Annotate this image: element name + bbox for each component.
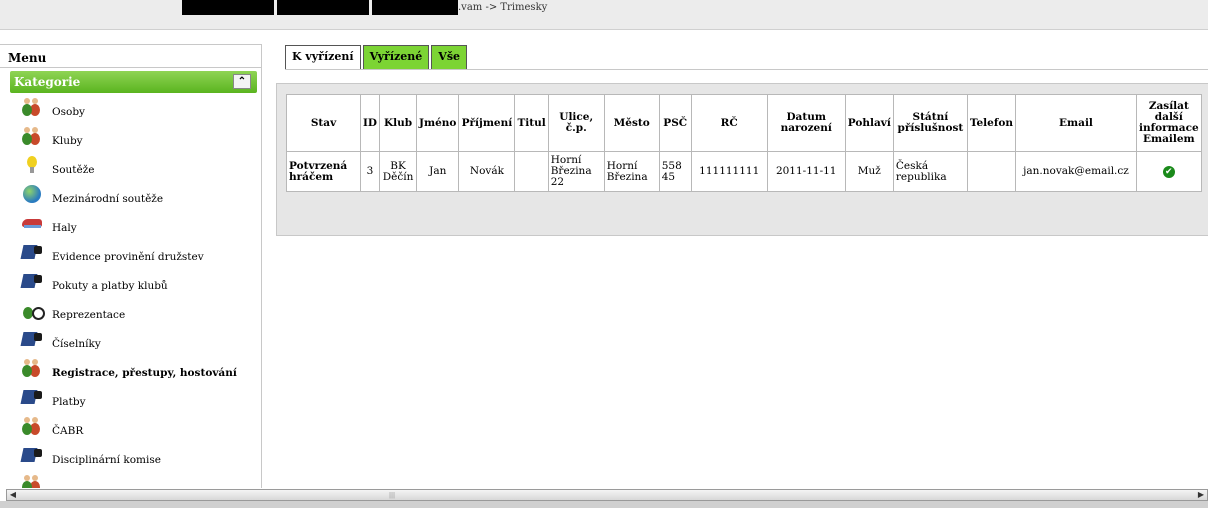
sidebar-item-souteze[interactable]: Soutěže bbox=[0, 155, 260, 184]
sidebar-item-partial[interactable] bbox=[0, 474, 260, 488]
tab-bar: K vyřízení Vyřízené Vše bbox=[285, 45, 469, 70]
cell-jmeno: Jan bbox=[416, 151, 460, 192]
column-header[interactable]: Email bbox=[1014, 94, 1137, 152]
sidebar-item-label: Disciplinární komise bbox=[52, 454, 161, 466]
tab-vyrizene[interactable]: Vyřízené bbox=[362, 45, 430, 70]
redacted-block bbox=[372, 0, 458, 15]
sidebar-item-label: Registrace, přestupy, hostování bbox=[52, 367, 237, 379]
sidebar-item-label: Haly bbox=[52, 222, 77, 234]
cell-datum-narozeni: 2011-11-11 bbox=[766, 151, 846, 192]
column-header[interactable]: Pohlaví bbox=[844, 94, 894, 152]
status-bar bbox=[0, 501, 1208, 508]
sport-icon bbox=[22, 388, 42, 406]
breadcrumb: .vam -> Trimesky bbox=[458, 2, 548, 13]
column-header[interactable]: Datum narození bbox=[766, 94, 846, 152]
column-header[interactable]: Státní příslušnost bbox=[892, 94, 968, 152]
sidebar-item-reprezentace[interactable]: Reprezentace bbox=[0, 300, 260, 329]
sidebar-item-label: ČABR bbox=[52, 425, 84, 437]
horizontal-scrollbar[interactable]: ◀ ||| ▶ bbox=[6, 489, 1208, 501]
sidebar-item-label: Pokuty a platby klubů bbox=[52, 280, 168, 292]
cell-prijmeni: Novák bbox=[458, 151, 516, 192]
tab-vse[interactable]: Vše bbox=[431, 45, 468, 70]
top-breadcrumb-bar: .vam -> Trimesky bbox=[0, 0, 1208, 30]
cell-pohlavi: Muž bbox=[844, 151, 894, 192]
column-header[interactable]: Jméno bbox=[416, 94, 460, 152]
sidebar-item-label: Evidence provinění družstev bbox=[52, 251, 204, 263]
sidebar-item-label: Číselníky bbox=[52, 338, 101, 350]
sidebar-item-evidence[interactable]: Evidence provinění družstev bbox=[0, 242, 260, 271]
redacted-block bbox=[277, 0, 369, 15]
sport-icon bbox=[22, 330, 42, 348]
sport-icon bbox=[22, 272, 42, 290]
scroll-right-icon[interactable]: ▶ bbox=[1195, 490, 1207, 500]
sport-icon bbox=[22, 243, 42, 261]
sidebar-item-pokuty[interactable]: Pokuty a platby klubů bbox=[0, 271, 260, 300]
column-header[interactable]: Město bbox=[603, 94, 660, 152]
sidebar-item-label: Kluby bbox=[52, 135, 83, 147]
category-header[interactable]: Kategorie ⌃ bbox=[10, 71, 257, 93]
cell-klub: BK Děčín bbox=[379, 151, 418, 192]
sidebar-item-label: Osoby bbox=[52, 106, 85, 118]
cell-email: jan.novak@email.cz bbox=[1014, 151, 1137, 192]
people-icon bbox=[22, 417, 42, 435]
redacted-block bbox=[182, 0, 274, 15]
sidebar-item-haly[interactable]: Haly bbox=[0, 213, 260, 242]
registrations-table: Stav ID Klub Jméno Příjmení Titul Ulice,… bbox=[286, 94, 1202, 192]
bulb-icon bbox=[22, 156, 42, 174]
sidebar-item-osoby[interactable]: Osoby bbox=[0, 97, 260, 126]
menu-title: Menu bbox=[0, 44, 261, 68]
cell-statni-prislusnost: Česká republika bbox=[892, 151, 968, 192]
check-icon: ✔ bbox=[1162, 165, 1175, 178]
sidebar-item-label: Soutěže bbox=[52, 164, 95, 176]
cell-id: 3 bbox=[359, 151, 381, 192]
sidebar-item-registrace[interactable]: Registrace, přestupy, hostování bbox=[0, 358, 260, 387]
cell-stav: Potvrzená hráčem bbox=[286, 151, 361, 192]
table-row[interactable]: Potvrzená hráčem 3 BK Děčín Jan Novák Ho… bbox=[286, 151, 1202, 192]
cell-mesto: Horní Březina bbox=[603, 151, 660, 192]
collapse-icon[interactable]: ⌃ bbox=[233, 74, 251, 89]
cell-zasilat: ✔ bbox=[1135, 151, 1202, 192]
people-icon bbox=[22, 475, 42, 488]
sidebar-item-disciplinarni-komise[interactable]: Disciplinární komise bbox=[0, 445, 260, 474]
table-header-row: Stav ID Klub Jméno Příjmení Titul Ulice,… bbox=[286, 94, 1202, 152]
sidebar-item-ciselniky[interactable]: Číselníky bbox=[0, 329, 260, 358]
sport-icon bbox=[22, 446, 42, 464]
scroll-thumb-icon[interactable]: ||| bbox=[389, 492, 411, 499]
sidebar-item-label: Mezinárodní soutěže bbox=[52, 193, 164, 205]
cell-titul bbox=[514, 151, 549, 192]
cell-rc: 111111111 bbox=[690, 151, 768, 192]
column-header[interactable]: RČ bbox=[690, 94, 768, 152]
scroll-left-icon[interactable]: ◀ bbox=[7, 490, 19, 500]
column-header[interactable]: Ulice, č.p. bbox=[547, 94, 605, 152]
globe-icon bbox=[22, 185, 42, 203]
cell-psc: 558 45 bbox=[658, 151, 692, 192]
sidebar-item-mezinarodni-souteze[interactable]: Mezinárodní soutěže bbox=[0, 184, 260, 213]
cell-ulice: Horní Březina 22 bbox=[547, 151, 605, 192]
sidebar-item-label: Reprezentace bbox=[52, 309, 126, 321]
column-header[interactable]: Klub bbox=[379, 94, 418, 152]
sidebar: Menu Kategorie ⌃ Osoby Kluby Soutěže Mez… bbox=[0, 44, 262, 488]
sidebar-item-platby[interactable]: Platby bbox=[0, 387, 260, 416]
sidebar-item-cabr[interactable]: ČABR bbox=[0, 416, 260, 445]
cell-telefon bbox=[966, 151, 1016, 192]
sidebar-item-kluby[interactable]: Kluby bbox=[0, 126, 260, 155]
ball-icon bbox=[22, 301, 45, 320]
column-header[interactable]: ID bbox=[359, 94, 381, 152]
people-icon bbox=[22, 127, 42, 145]
column-header[interactable]: Příjmení bbox=[458, 94, 516, 152]
sidebar-item-label: Platby bbox=[52, 396, 86, 408]
people-icon bbox=[22, 359, 42, 377]
tab-k-vyrizeni[interactable]: K vyřízení bbox=[285, 45, 361, 70]
column-header[interactable]: PSČ bbox=[658, 94, 692, 152]
column-header[interactable]: Telefon bbox=[966, 94, 1016, 152]
tab-divider bbox=[285, 69, 1208, 70]
shoe-icon bbox=[22, 214, 42, 232]
column-header[interactable]: Zasílat další informace Emailem bbox=[1135, 94, 1202, 152]
column-header[interactable]: Stav bbox=[286, 94, 361, 152]
people-icon bbox=[22, 98, 42, 116]
category-label: Kategorie bbox=[14, 75, 81, 89]
column-header[interactable]: Titul bbox=[514, 94, 549, 152]
